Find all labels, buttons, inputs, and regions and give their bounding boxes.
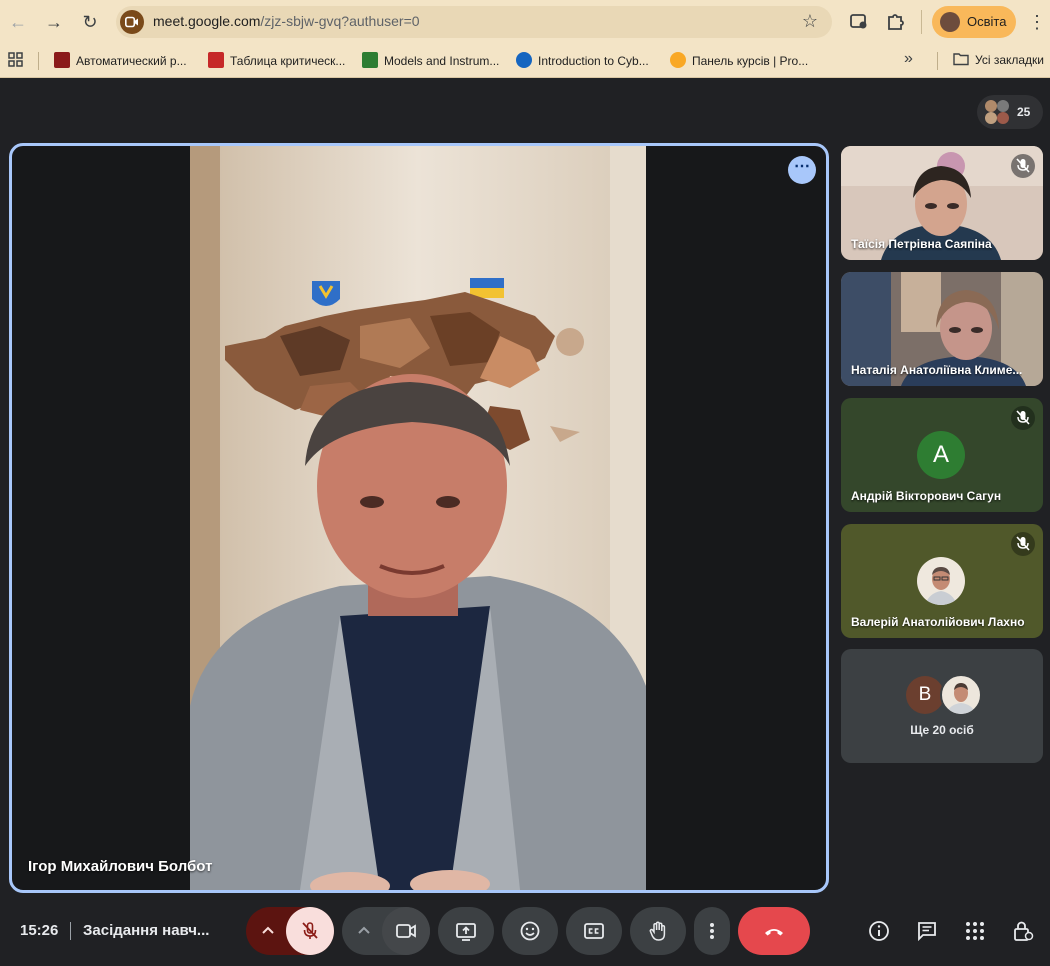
participant-mini-avatar [997, 112, 1009, 124]
bookmark-item[interactable]: Introduction to Cyb... [516, 52, 649, 70]
participant-count: 25 [1017, 105, 1031, 119]
bookmark-favicon-icon [516, 52, 532, 68]
all-bookmarks-label: Усі закладки [975, 53, 1045, 67]
mic-off-icon [302, 922, 318, 939]
bookmark-item[interactable]: Models and Instrum... [362, 52, 499, 70]
bookmark-favicon-icon [54, 52, 70, 68]
bookmark-favicon-icon [670, 52, 686, 68]
clock-divider [70, 922, 71, 940]
participant-tile[interactable]: Таїсія Петрівна Саяпіна [841, 146, 1043, 260]
tab-search-icon[interactable] [848, 11, 870, 33]
bookmark-item[interactable]: Таблица критическ... [208, 52, 345, 70]
bookmark-favicon-icon [362, 52, 378, 68]
bookmark-star-icon[interactable]: ☆ [802, 11, 818, 32]
activities-grid-icon[interactable] [963, 919, 987, 943]
back-arrow-icon[interactable]: ← [6, 10, 30, 34]
participant-mini-avatar [985, 112, 997, 124]
apps-grid-icon[interactable] [8, 52, 24, 68]
leave-call-button[interactable] [738, 907, 810, 955]
folder-icon [953, 53, 969, 66]
participant-avatar [917, 557, 965, 605]
address-bar[interactable]: meet.google.com/zjz-sbjw-gvq?authuser=0 … [116, 6, 832, 38]
raise-hand-icon [649, 921, 666, 941]
more-participants-tile[interactable]: B Ще 20 осіб [841, 649, 1043, 763]
host-controls-lock-icon[interactable] [1011, 919, 1035, 943]
more-options-icon[interactable]: ⋯ [788, 156, 816, 184]
bookmarks-overflow-icon[interactable]: » [904, 50, 913, 68]
camera-options-chevron-icon[interactable] [356, 923, 372, 939]
mic-off-icon [1011, 406, 1035, 430]
mic-off-icon [1011, 154, 1035, 178]
profile-label: Освіта [967, 14, 1007, 29]
meeting-clock: 15:26 [20, 922, 59, 939]
reactions-button[interactable] [502, 907, 558, 955]
mic-toggle-button[interactable] [286, 907, 334, 955]
main-speaker-tile[interactable]: ⋯ Ігор Михайлович Болбот [9, 143, 829, 893]
present-screen-icon [456, 923, 476, 941]
participant-name: Андрій Вікторович Сагун [851, 489, 1002, 503]
participant-mini-avatar [985, 100, 997, 112]
bookmark-label: Models and Instrum... [384, 54, 500, 68]
bookmark-label: Introduction to Cyb... [538, 54, 649, 68]
meeting-info-icon[interactable] [867, 919, 891, 943]
bookmark-item[interactable]: Панель курсів | Pro... [670, 52, 808, 70]
camera-toggle-button[interactable] [382, 907, 430, 955]
all-bookmarks-button[interactable]: Усі закладки [953, 52, 1044, 67]
participants-chip[interactable]: 25 [977, 95, 1043, 129]
bookmark-label: Панель курсів | Pro... [692, 54, 809, 68]
forward-arrow-icon[interactable]: → [42, 10, 66, 34]
bookmarks-bar: Автоматический р... Таблица критическ...… [0, 44, 1050, 78]
participant-name: Валерій Анатолійович Лахно [851, 615, 1025, 629]
participant-mini-avatar [997, 100, 1009, 112]
meeting-title[interactable]: Засідання навч... [83, 922, 209, 939]
participant-avatar: A [917, 431, 965, 479]
main-speaker-name: Ігор Михайлович Болбот [28, 858, 213, 875]
reload-icon[interactable]: ↻ [78, 10, 102, 34]
toolbar-divider [921, 10, 922, 34]
emoji-icon [520, 921, 540, 941]
bookmark-label: Автоматический р... [76, 54, 187, 68]
bookmark-separator [937, 52, 938, 70]
url-text[interactable]: meet.google.com/zjz-sbjw-gvq?authuser=0 [153, 13, 420, 29]
camera-icon [396, 924, 416, 938]
participant-name: Таїсія Петрівна Саяпіна [851, 237, 992, 251]
participant-avatar: B [906, 676, 944, 714]
extensions-puzzle-icon[interactable] [885, 11, 907, 33]
more-participants-label: Ще 20 осіб [910, 723, 974, 737]
browser-toolbar: ← → ↻ meet.google.com/zjz-sbjw-gvq?authu… [0, 0, 1050, 44]
end-call-icon [765, 929, 783, 936]
meet-site-icon[interactable] [120, 10, 144, 34]
participant-name: Наталія Анатоліївна Климе... [851, 363, 1023, 377]
participant-tile[interactable]: Наталія Анатоліївна Климе... [841, 272, 1043, 386]
url-host: meet.google.com [153, 13, 261, 29]
participant-avatar [940, 674, 982, 716]
present-screen-button[interactable] [438, 907, 494, 955]
profile-avatar [940, 12, 960, 32]
more-vert-icon [710, 923, 714, 939]
meet-call-area: 25 ⋯ Ігор Михайлович Болбот Таїсія Петрі… [0, 79, 1050, 966]
participant-tile[interactable]: Валерій Анатолійович Лахно [841, 524, 1043, 638]
bookmark-item[interactable]: Автоматический р... [54, 52, 187, 70]
bookmark-favicon-icon [208, 52, 224, 68]
profile-button[interactable]: Освіта [932, 6, 1016, 38]
url-path: /zjz-sbjw-gvq?authuser=0 [260, 13, 420, 29]
participant-tile[interactable]: A Андрій Вікторович Сагун [841, 398, 1043, 512]
raise-hand-button[interactable] [630, 907, 686, 955]
browser-menu-icon[interactable]: ⋮ [1028, 10, 1046, 34]
captions-icon [584, 923, 604, 939]
chat-icon[interactable] [915, 919, 939, 943]
more-actions-button[interactable] [694, 907, 730, 955]
mic-options-chevron-icon[interactable] [260, 923, 276, 939]
mic-off-icon [1011, 532, 1035, 556]
bookmark-separator [38, 52, 39, 70]
bookmark-label: Таблица критическ... [230, 54, 346, 68]
speaker-video [190, 146, 646, 890]
captions-button[interactable] [566, 907, 622, 955]
speaker-video-frame [190, 146, 646, 890]
